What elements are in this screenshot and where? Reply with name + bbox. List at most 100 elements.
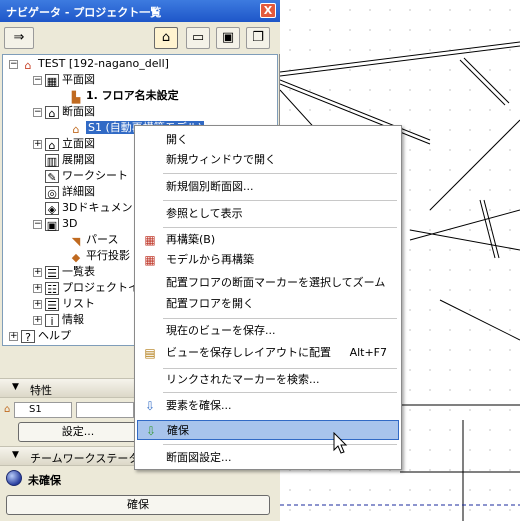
- collapse-arrow-icon: ▼: [12, 450, 19, 460]
- menu-label: 新規ウィンドウで開く: [166, 153, 276, 166]
- publisher-sets-icon[interactable]: ❐: [246, 27, 270, 49]
- layout-book-icon[interactable]: ▣: [216, 27, 240, 49]
- rebuild-icon: ▦: [144, 233, 156, 247]
- menu-separator: [163, 368, 397, 369]
- menu-item-rebuild-from-model[interactable]: ▦ モデルから再構築: [137, 250, 399, 270]
- elevation-icon: ⌂: [45, 138, 59, 152]
- tree-label: 平面図: [62, 73, 95, 86]
- tree-item-parallel[interactable]: ◆ 平行投影: [69, 248, 130, 264]
- expand-icon[interactable]: +: [33, 140, 42, 149]
- menu-item-rebuild[interactable]: ▦ 再構築(B): [137, 230, 399, 250]
- house-icon: ⌂: [24, 59, 32, 72]
- menu-item-reserve[interactable]: ⇩ 確保: [137, 420, 399, 440]
- palette-titlebar[interactable]: ナビゲータ - プロジェクト一覧 X: [0, 0, 280, 22]
- view-map-icon[interactable]: ▭: [186, 27, 210, 49]
- menu-label: モデルから再構築: [166, 253, 254, 266]
- tree-item-floor-plans[interactable]: ▦ 平面図: [45, 72, 95, 88]
- collapse-icon[interactable]: −: [33, 76, 42, 85]
- menu-item-find-linked-markers[interactable]: リンクされたマーカーを検索...: [137, 370, 399, 390]
- reserve-button[interactable]: 確保: [6, 495, 270, 515]
- expand-icon[interactable]: +: [9, 332, 18, 341]
- menu-label: 現在のビューを保存...: [166, 324, 276, 337]
- close-icon[interactable]: X: [260, 3, 276, 18]
- expand-icon[interactable]: +: [33, 300, 42, 309]
- help-icon: ?: [21, 330, 35, 344]
- menu-item-section-settings[interactable]: 断面図設定...: [137, 448, 399, 468]
- menu-item-save-view-place-layout[interactable]: ▤ ビューを保存しレイアウトに配置 Alt+F7: [137, 343, 399, 363]
- place-on-layout-icon: ▤: [144, 346, 156, 360]
- teamwork-title: チームワークステータス: [30, 452, 151, 465]
- menu-item-open-new-window[interactable]: 新規ウィンドウで開く: [137, 150, 399, 170]
- tree-item-schedules[interactable]: ☰ 一覧表: [45, 264, 95, 280]
- tree-label: 3D: [62, 217, 78, 230]
- menu-item-show-as-reference[interactable]: 参照として表示: [137, 204, 399, 224]
- rebuild-model-icon: ▦: [144, 253, 156, 267]
- menu-item-open[interactable]: 開く: [137, 130, 399, 150]
- tree-item-floor-1[interactable]: ▙ 1. フロア名未設定: [69, 88, 179, 104]
- index-icon: ☷: [45, 282, 59, 296]
- tree-item-info[interactable]: i 情報: [45, 312, 84, 328]
- reserve-icon: ⇩: [145, 424, 157, 438]
- section-view-icon: ⌂: [72, 123, 80, 136]
- collapse-icon[interactable]: −: [33, 220, 42, 229]
- menu-item-reserve-elements[interactable]: ⇩ 要素を確保...: [137, 396, 399, 416]
- tree-item-3d[interactable]: ▣ 3D: [45, 216, 77, 232]
- collapse-icon[interactable]: −: [9, 60, 18, 69]
- tree-root-label: TEST [192-nagano_dell]: [38, 57, 169, 70]
- settings-button[interactable]: 設定...: [18, 422, 138, 442]
- info-icon: i: [45, 314, 59, 328]
- tree-item-elevations[interactable]: ⌂ 立面図: [45, 136, 95, 152]
- tree-root[interactable]: ⌂ TEST [192-nagano_dell]: [21, 56, 169, 72]
- menu-shortcut: Alt+F7: [349, 346, 387, 359]
- tree-label: 1. フロア名未設定: [86, 89, 179, 102]
- interior-elevation-icon: ▥: [45, 154, 59, 168]
- reserve-elements-icon: ⇩: [144, 399, 156, 413]
- menu-label: ビューを保存しレイアウトに配置: [166, 346, 331, 359]
- tree-label: 平行投影: [86, 249, 130, 262]
- menu-separator: [163, 227, 397, 228]
- menu-item-select-marker-zoom[interactable]: 配置フロアの断面マーカーを選択してズーム: [137, 273, 399, 293]
- tree-label: 断面図: [62, 105, 95, 118]
- 3d-document-icon: ◈: [45, 202, 59, 216]
- tree-label: ヘルプ: [38, 329, 71, 342]
- navigator-mode-icon[interactable]: ⇒: [4, 27, 34, 49]
- story-icon: ▙: [71, 91, 81, 104]
- tree-item-perspective[interactable]: ◥ パース: [69, 232, 119, 248]
- menu-label: 参照として表示: [166, 207, 243, 220]
- project-map-icon[interactable]: ⌂: [154, 27, 178, 49]
- tree-item-worksheets[interactable]: ✎ ワークシート: [45, 168, 128, 184]
- tree-label: ワークシート: [62, 169, 128, 182]
- tree-item-details[interactable]: ◎ 詳細図: [45, 184, 95, 200]
- tree-label: 展開図: [62, 153, 95, 166]
- menu-item-open-home-story[interactable]: 配置フロアを開く: [137, 294, 399, 314]
- tree-label: 詳細図: [62, 185, 95, 198]
- tree-item-3d-documents[interactable]: ◈ 3Dドキュメント: [45, 200, 143, 216]
- expand-icon[interactable]: +: [33, 268, 42, 277]
- menu-separator: [163, 392, 397, 393]
- expand-icon[interactable]: +: [33, 316, 42, 325]
- camera-icon: ◥: [71, 235, 81, 248]
- 3d-icon: ▣: [45, 218, 59, 232]
- tree-item-interior-elevations[interactable]: ▥ 展開図: [45, 152, 95, 168]
- section-icon: ⌂: [45, 106, 59, 120]
- tree-item-help[interactable]: ? ヘルプ: [21, 328, 71, 344]
- properties-title: 特性: [30, 384, 52, 397]
- reservation-status: 未確保: [28, 474, 61, 487]
- name-field[interactable]: [76, 402, 134, 418]
- menu-item-new-independent-section[interactable]: 新規個別断面図...: [137, 177, 399, 197]
- detail-icon: ◎: [45, 186, 59, 200]
- collapse-arrow-icon: ▼: [12, 382, 19, 392]
- menu-item-save-current-view[interactable]: 現在のビューを保存...: [137, 321, 399, 341]
- tree-item-sections[interactable]: ⌂ 断面図: [45, 104, 95, 120]
- menu-label: 開く: [166, 133, 188, 146]
- tree-label: 立面図: [62, 137, 95, 150]
- collapse-icon[interactable]: −: [33, 108, 42, 117]
- menu-label: 新規個別断面図...: [166, 180, 254, 193]
- id-field[interactable]: S1: [14, 402, 72, 418]
- expand-icon[interactable]: +: [33, 284, 42, 293]
- list-icon: ☰: [45, 298, 59, 312]
- worksheet-icon: ✎: [45, 170, 59, 184]
- schedule-icon: ☰: [45, 266, 59, 280]
- tree-item-lists[interactable]: ☰ リスト: [45, 296, 95, 312]
- menu-label: 配置フロアを開く: [166, 297, 254, 310]
